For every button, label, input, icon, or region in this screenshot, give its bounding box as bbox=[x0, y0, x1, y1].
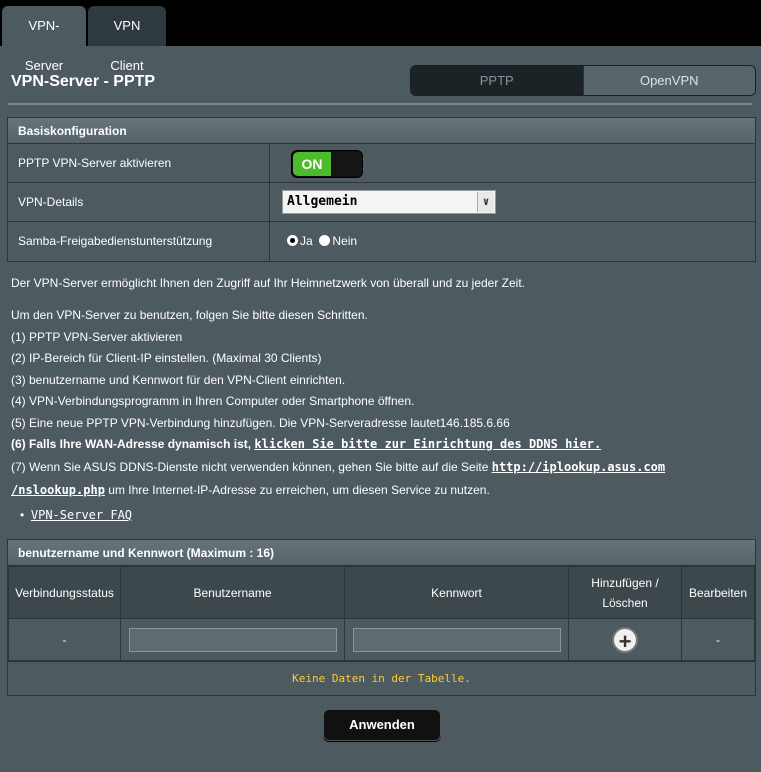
details-select-value: Allgemein bbox=[287, 194, 358, 209]
basic-config-section: Basiskonfiguration PPTP VPN-Server aktiv… bbox=[7, 117, 756, 262]
users-header: benutzername und Kennwort (Maximum : 16) bbox=[8, 540, 755, 566]
users-section: benutzername und Kennwort (Maximum : 16)… bbox=[7, 539, 756, 696]
step-4: (4) VPN-Verbindungsprogramm in Ihren Com… bbox=[11, 394, 415, 408]
col-password: Kennwort bbox=[344, 566, 569, 619]
username-input[interactable] bbox=[128, 627, 337, 652]
samba-no-radio[interactable] bbox=[319, 235, 331, 246]
intro-text: Der VPN-Server ermöglicht Ihnen den Zugr… bbox=[11, 276, 526, 290]
samba-yes-radio[interactable] bbox=[287, 235, 298, 246]
step-3: (3) benutzername und Kennwort für den VP… bbox=[11, 373, 346, 387]
samba-yes-label: Ja bbox=[300, 234, 313, 248]
col-username: Benutzername bbox=[120, 566, 345, 619]
col-edit: Bearbeiten bbox=[681, 566, 755, 619]
tab-vpn-server[interactable]: VPN-Server bbox=[2, 6, 86, 73]
faq-item: • VPN-Server FAQ bbox=[20, 508, 132, 522]
samba-label: Samba-Freigabedienstunterstützung bbox=[18, 234, 213, 248]
enable-toggle[interactable]: ON bbox=[291, 150, 363, 178]
enable-row: PPTP VPN-Server aktivieren ON bbox=[8, 144, 755, 183]
samba-row: Samba-Freigabedienstunterstützung Ja Nei… bbox=[8, 222, 755, 261]
step-7-rest: um Ihre Internet-IP-Adresse zu erreichen… bbox=[108, 483, 490, 497]
chevron-down-icon: ∨ bbox=[477, 192, 494, 212]
add-icon[interactable]: + bbox=[612, 626, 638, 654]
step-1: (1) PPTP VPN-Server aktivieren bbox=[11, 330, 183, 344]
enable-label: PPTP VPN-Server aktivieren bbox=[18, 156, 172, 170]
empty-table-message: Keine Daten in der Tabelle. bbox=[8, 661, 755, 695]
tab-vpn-client[interactable]: VPN Client bbox=[88, 6, 166, 73]
protocol-switch: PPTP OpenVPN bbox=[410, 65, 756, 96]
basic-config-header: Basiskonfiguration bbox=[8, 118, 755, 144]
iplookup-link-path[interactable]: /nslookup.php bbox=[11, 483, 105, 497]
input-status: - bbox=[8, 618, 121, 661]
step-7-continued: /nslookup.php um Ihre Internet-IP-Adress… bbox=[11, 483, 490, 497]
tab-bar: VPN-Server VPN Client bbox=[0, 0, 761, 73]
step-2: (2) IP-Bereich für Client-IP einstellen.… bbox=[11, 351, 322, 365]
col-status: Verbindungsstatus bbox=[8, 566, 121, 619]
samba-no-label: Nein bbox=[332, 234, 358, 248]
details-row: VPN-Details Allgemein ∨ bbox=[8, 183, 755, 222]
title-divider bbox=[8, 103, 752, 105]
step-7-text: (7) Wenn Sie ASUS DDNS-Dienste nicht ver… bbox=[11, 460, 489, 474]
steps-intro: Um den VPN-Server zu benutzen, folgen Si… bbox=[11, 308, 368, 322]
input-edit: - bbox=[681, 618, 755, 661]
users-table: Verbindungsstatus Benutzername Kennwort … bbox=[8, 566, 755, 661]
ddns-link[interactable]: klicken Sie bitte zur Einrichtung des DD… bbox=[254, 437, 601, 451]
step-5: (5) Eine neue PPTP VPN-Verbindung hinzuf… bbox=[11, 416, 510, 430]
step-7: (7) Wenn Sie ASUS DDNS-Dienste nicht ver… bbox=[11, 460, 665, 474]
col-add-delete: Hinzufügen / Löschen bbox=[568, 566, 682, 619]
apply-button[interactable]: Anwenden bbox=[323, 709, 441, 741]
password-input[interactable] bbox=[352, 627, 561, 652]
step-6-text: (6) Falls Ihre WAN-Adresse dynamisch ist… bbox=[11, 437, 252, 451]
toggle-on-label: ON bbox=[293, 152, 331, 176]
toggle-knob bbox=[332, 152, 362, 176]
details-select[interactable]: Allgemein ∨ bbox=[282, 190, 496, 214]
protocol-option-openvpn[interactable]: OpenVPN bbox=[582, 66, 755, 95]
bullet-icon: • bbox=[20, 508, 25, 522]
table-input-row: - + - bbox=[8, 618, 755, 661]
step-6: (6) Falls Ihre WAN-Adresse dynamisch ist… bbox=[11, 437, 601, 451]
protocol-option-pptp[interactable]: PPTP bbox=[411, 66, 583, 95]
iplookup-link[interactable]: http://iplookup.asus.com bbox=[492, 460, 665, 474]
faq-link[interactable]: VPN-Server FAQ bbox=[31, 508, 132, 522]
page-title: VPN-Server - PPTP bbox=[11, 73, 156, 90]
details-label: VPN-Details bbox=[18, 195, 84, 209]
